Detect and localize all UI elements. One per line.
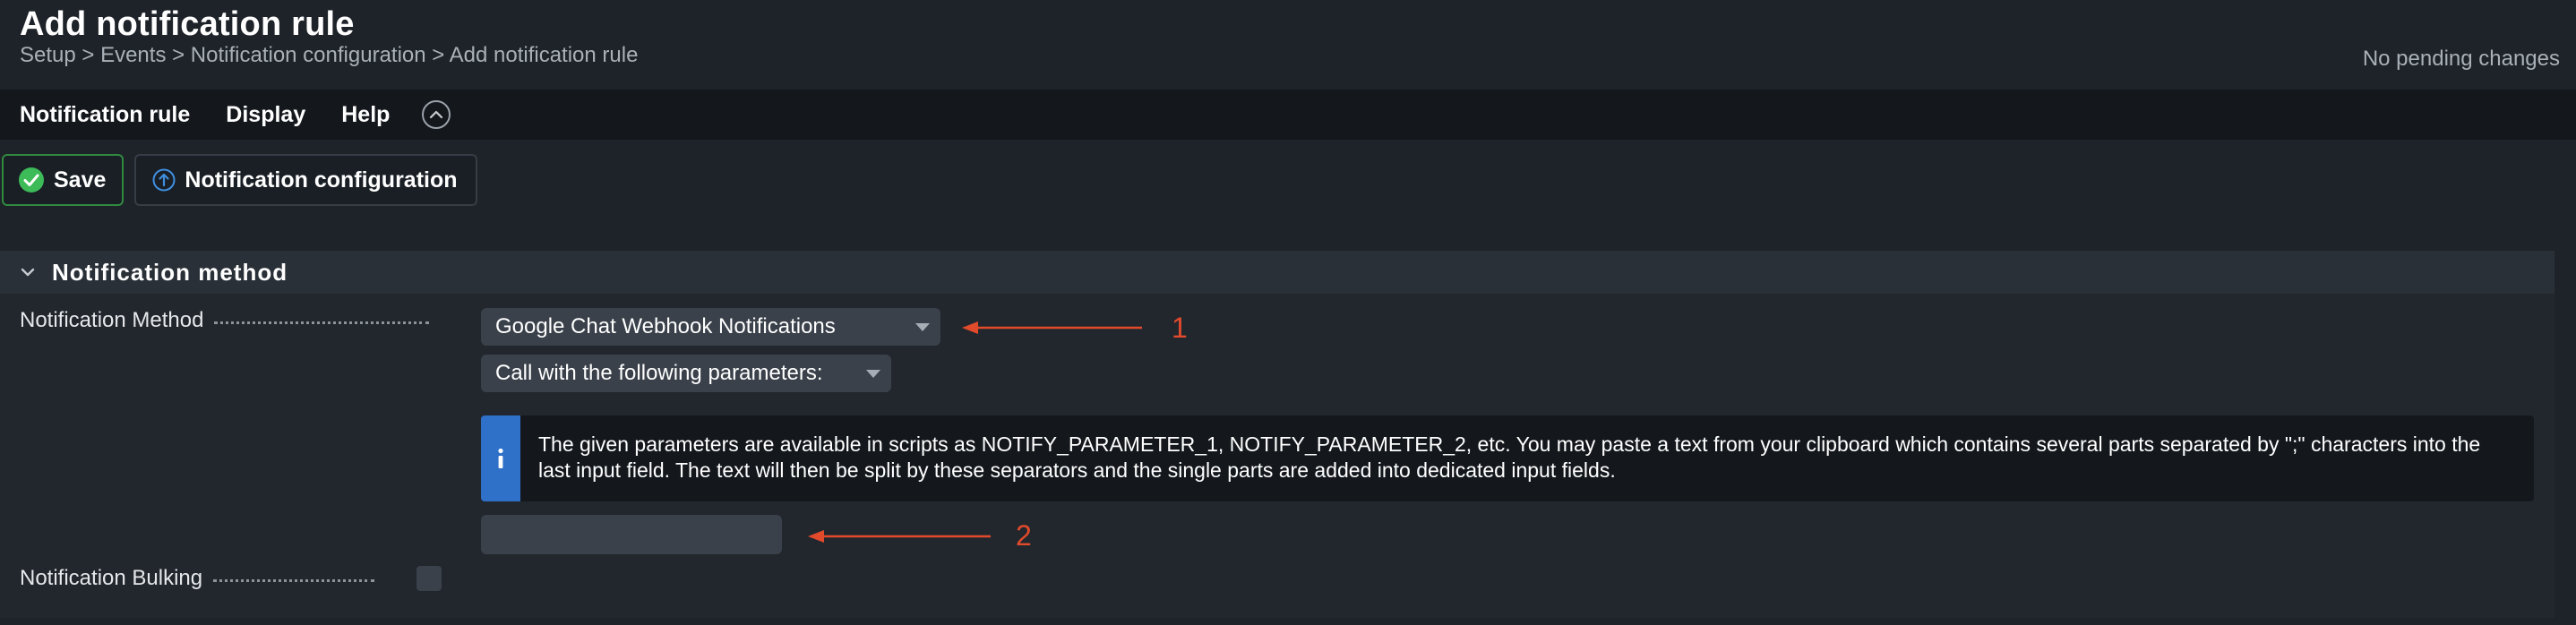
notification-method-select[interactable]: Google Chat Webhook Notifications	[481, 308, 940, 346]
parameters-select-value: Call with the following parameters:	[495, 361, 823, 385]
toolbar: Save Notification configuration	[0, 152, 477, 208]
annotation-number-2: 2	[1016, 519, 1032, 552]
notification-bulking-label: Notification Bulking	[20, 566, 375, 591]
chevron-down-icon	[20, 267, 36, 278]
menu-help[interactable]: Help	[341, 102, 390, 128]
info-message-text: The given parameters are available in sc…	[538, 432, 2481, 482]
save-button-label: Save	[54, 167, 107, 193]
menu-notification-rule[interactable]: Notification rule	[20, 102, 190, 128]
annotation-arrow-icon	[808, 530, 991, 543]
notification-bulking-label-text: Notification Bulking	[20, 566, 203, 590]
annotation-number-1: 1	[1172, 312, 1188, 344]
dropdown-caret-icon	[866, 370, 880, 378]
info-icon	[481, 415, 520, 501]
parameter-input[interactable]	[481, 515, 782, 554]
parameters-select[interactable]: Call with the following parameters:	[481, 355, 891, 392]
annotation-arrow-icon	[962, 321, 1142, 334]
check-circle-icon	[18, 167, 45, 193]
page: Add notification rule Setup > Events > N…	[0, 0, 2576, 625]
pending-changes-status[interactable]: No pending changes	[2363, 47, 2560, 72]
notification-configuration-button[interactable]: Notification configuration	[134, 154, 477, 206]
label-dots	[213, 579, 375, 583]
notification-method-label-text: Notification Method	[20, 308, 204, 332]
info-message: The given parameters are available in sc…	[481, 415, 2534, 501]
page-title: Add notification rule	[20, 5, 355, 43]
collapse-menu-button[interactable]	[422, 100, 451, 129]
notification-method-label: Notification Method	[20, 308, 430, 333]
chevron-up-icon	[430, 110, 443, 119]
menu-display[interactable]: Display	[226, 102, 305, 128]
save-button[interactable]: Save	[2, 154, 125, 206]
notification-bulking-checkbox[interactable]	[416, 566, 442, 591]
section-title: Notification method	[52, 258, 288, 286]
dropdown-caret-icon	[915, 323, 930, 331]
label-dots	[214, 321, 430, 325]
notification-configuration-label: Notification configuration	[185, 167, 458, 193]
breadcrumb: Setup > Events > Notification configurat…	[20, 43, 639, 67]
section-header[interactable]: Notification method	[0, 251, 2555, 294]
arrow-up-circle-icon	[152, 168, 176, 192]
menu-bar: Notification rule Display Help	[0, 90, 2576, 140]
notification-method-value: Google Chat Webhook Notifications	[495, 314, 836, 338]
